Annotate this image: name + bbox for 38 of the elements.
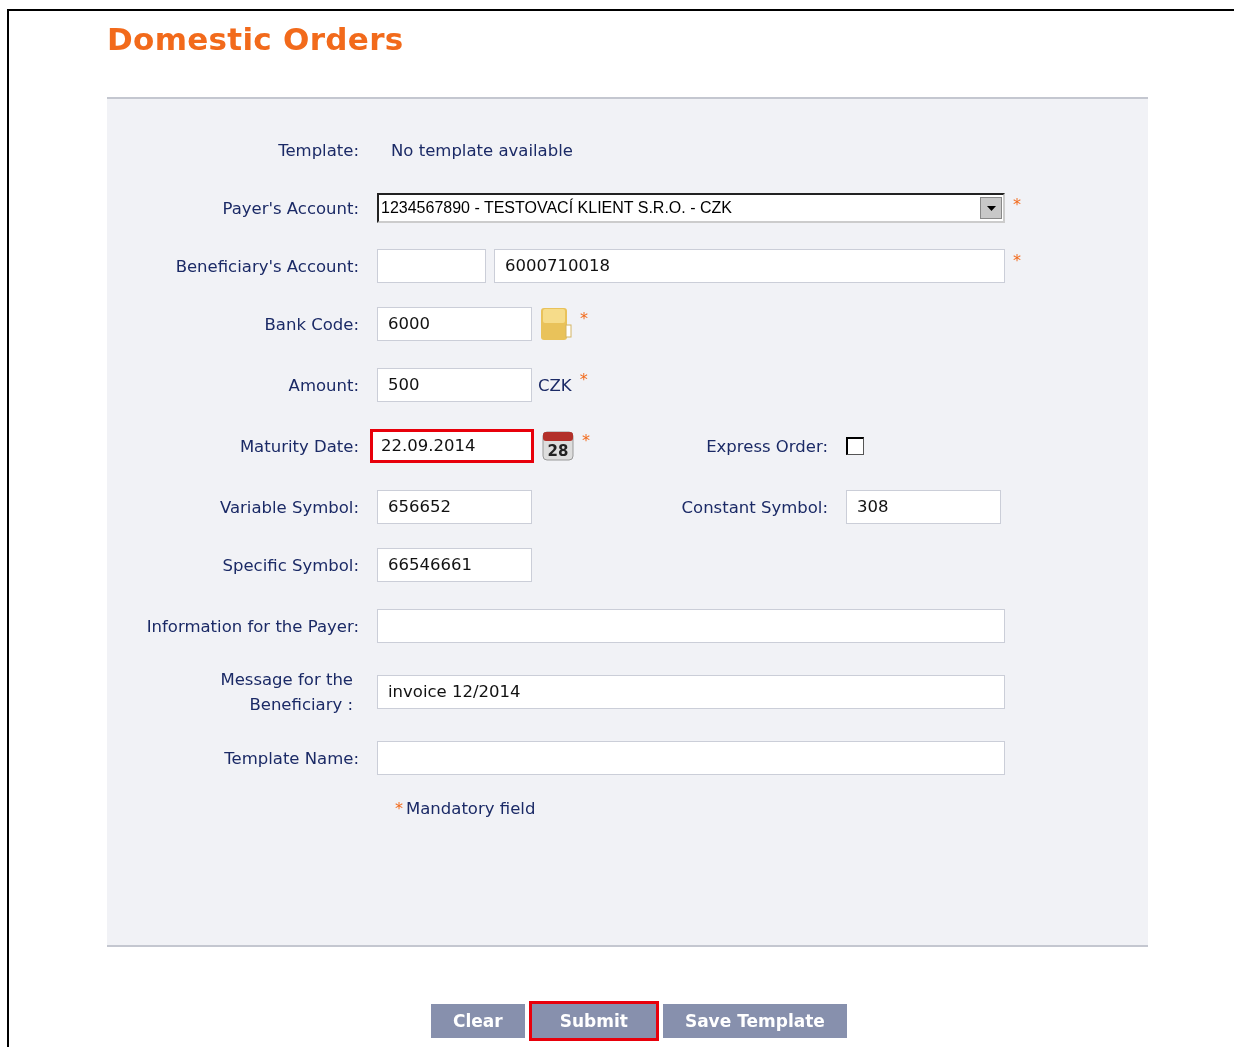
input-field[interactable]: 22.09.2014 xyxy=(370,429,534,463)
input-field[interactable] xyxy=(377,741,1005,775)
field-label: Constant Symbol: xyxy=(680,497,829,517)
field-label: Bank Code: xyxy=(263,313,360,336)
field-label: Express Order: xyxy=(705,436,829,456)
required-mark: * xyxy=(582,431,590,450)
folder-icon[interactable] xyxy=(540,307,572,341)
input-field[interactable] xyxy=(377,609,1005,643)
field-label: Specific Symbol: xyxy=(221,554,360,577)
required-mark: * xyxy=(1013,251,1021,270)
required-mark: * xyxy=(395,799,403,818)
input-field[interactable] xyxy=(377,249,486,283)
field-label: Information for the Payer: xyxy=(145,615,360,638)
field-label: Beneficiary's Account: xyxy=(174,255,360,278)
input-field[interactable]: 6000710018 xyxy=(494,249,1005,283)
field-label: Message for the Beneficiary : xyxy=(219,669,354,716)
account-select[interactable]: 1234567890 - TESTOVACÍ KLIENT S.R.O. - CZK xyxy=(377,193,1005,223)
page-title: Domestic Orders xyxy=(107,20,405,59)
required-mark: * xyxy=(579,370,588,389)
input-field[interactable]: 66546661 xyxy=(377,548,532,582)
currency-label: CZK xyxy=(538,375,572,395)
field-label: Payer's Account: xyxy=(221,197,360,220)
calendar-icon[interactable]: 28 xyxy=(542,431,574,461)
field-label: Variable Symbol: xyxy=(218,496,360,519)
input-field[interactable]: 656652 xyxy=(377,490,532,524)
input-field[interactable]: 6000 xyxy=(377,307,532,341)
field-label: Template: xyxy=(277,139,360,162)
field-label: Template Name: xyxy=(223,747,360,770)
input-field[interactable]: 308 xyxy=(846,490,1001,524)
required-mark: * xyxy=(1013,195,1021,214)
mandatory-note: Mandatory field xyxy=(406,799,536,818)
field-label: Amount: xyxy=(287,374,360,397)
template-value: No template available xyxy=(390,140,573,160)
field-label: Maturity Date: xyxy=(238,435,360,458)
checkbox[interactable] xyxy=(846,436,864,455)
required-mark: * xyxy=(580,309,588,328)
input-field[interactable]: 500 xyxy=(377,368,532,402)
input-field[interactable]: invoice 12/2014 xyxy=(377,675,1005,709)
